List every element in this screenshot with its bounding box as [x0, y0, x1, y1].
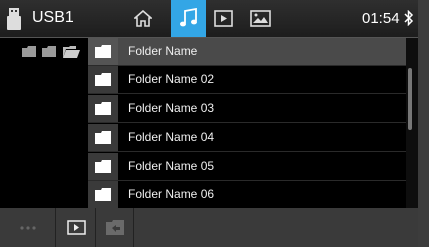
folder-icon: [95, 102, 111, 115]
list-item[interactable]: Folder Name 02: [88, 66, 406, 93]
list-item[interactable]: Folder Name 06: [88, 181, 406, 208]
video-play-icon: [214, 10, 233, 27]
list-item[interactable]: Folder Name 04: [88, 124, 406, 151]
list-item-label: Folder Name 03: [128, 101, 215, 115]
play-button[interactable]: [56, 208, 96, 247]
folder-level-1-icon[interactable]: [22, 46, 36, 57]
folder-icon: [95, 160, 111, 173]
scrollbar-thumb[interactable]: [408, 68, 412, 130]
source-label: USB1: [32, 9, 74, 26]
list-item[interactable]: Folder Name 05: [88, 153, 406, 180]
folder-up-button[interactable]: [96, 208, 134, 247]
music-note-icon: [180, 8, 197, 27]
folder-up-icon: [106, 220, 124, 235]
bottom-toolbar: [0, 208, 418, 247]
folder-open-icon[interactable]: [63, 46, 80, 58]
folder-icon: [95, 45, 111, 58]
list-item-label: Folder Name 04: [128, 130, 215, 144]
tab-music[interactable]: [171, 0, 206, 37]
folder-icon: [95, 73, 111, 86]
clock: 01:54: [362, 10, 400, 27]
list-item[interactable]: Folder Name: [88, 38, 406, 65]
top-bar: USB1 01:54: [0, 0, 418, 38]
file-list: Folder Name Folder Name 02 Folder Name 0…: [88, 38, 406, 208]
tab-video[interactable]: [206, 0, 241, 37]
media-player-screen: USB1 01:54 Folder Name Folder Name 02 Fo…: [0, 0, 418, 247]
list-item-label: Folder Name 05: [128, 159, 215, 173]
folder-icon: [95, 131, 111, 144]
more-options-button[interactable]: [0, 208, 56, 247]
usb-drive-icon: [7, 8, 21, 30]
divider: [88, 151, 406, 152]
picture-icon: [250, 10, 271, 27]
tab-photo[interactable]: [241, 0, 281, 37]
list-item-label: Folder Name 02: [128, 72, 215, 86]
list-item-label: Folder Name 06: [128, 187, 215, 201]
list-item-label: Folder Name: [128, 44, 198, 58]
scrollbar[interactable]: [406, 38, 418, 208]
divider: [88, 93, 406, 94]
bluetooth-icon: [404, 10, 414, 26]
divider: [88, 122, 406, 123]
list-item[interactable]: Folder Name 03: [88, 95, 406, 122]
video-play-icon: [67, 220, 86, 235]
folder-icon: [95, 188, 111, 201]
folder-path-breadcrumb: [0, 38, 88, 68]
ellipsis-icon: [20, 226, 36, 230]
window-edge: [418, 0, 429, 247]
folder-level-2-icon[interactable]: [42, 46, 56, 57]
home-icon: [134, 10, 152, 27]
tab-home[interactable]: [116, 0, 171, 37]
